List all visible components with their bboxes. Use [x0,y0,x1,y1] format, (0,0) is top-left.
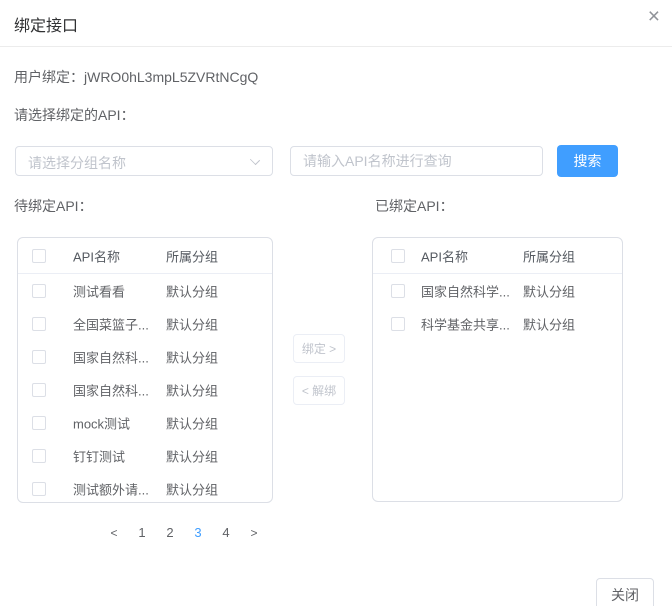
select-all-checkbox[interactable] [32,249,46,263]
api-group-cell: 默认分组 [166,314,218,333]
page-3-active[interactable]: 3 [187,522,209,544]
row-checkbox[interactable] [32,383,46,397]
bind-interface-dialog: 绑定接口 × 用户绑定：jWRO0hL3mpL5ZVRtNCgQ 请选择绑定的A… [0,0,672,606]
user-binding-label: 用户绑定： [14,69,84,85]
row-checkbox[interactable] [32,416,46,430]
next-page-icon[interactable]: > [243,522,265,544]
row-checkbox[interactable] [391,284,405,298]
chevron-down-icon [251,156,259,164]
pagination: < 1 2 3 4 > [100,522,268,544]
api-group-cell: 默认分组 [166,347,218,366]
dialog-header: 绑定接口 × [0,0,672,47]
prev-page-icon[interactable]: < [103,522,125,544]
row-checkbox[interactable] [32,317,46,331]
api-group-cell: 默认分组 [523,314,575,333]
group-select-placeholder: 请选择分组名称 [28,153,126,173]
row-checkbox[interactable] [32,284,46,298]
table-row: 国家自然科... 默认分组 [18,340,272,373]
api-name-cell: mock测试 [73,413,130,432]
api-name-cell: 测试额外请... [73,479,149,498]
api-group-cell: 默认分组 [166,413,218,432]
group-select[interactable]: 请选择分组名称 [15,146,273,176]
table-row: 钉钉测试 默认分组 [18,439,272,472]
dialog-title: 绑定接口 [14,12,78,36]
api-group-cell: 默认分组 [166,380,218,399]
column-header-group: 所属分组 [166,246,218,265]
table-header: API名称 所属分组 [373,238,622,274]
bound-api-table: API名称 所属分组 国家自然科学... 默认分组 科学基金共享... 默认分组 [372,237,623,502]
api-group-cell: 默认分组 [166,446,218,465]
api-name-cell: 国家自然科... [73,347,149,366]
row-checkbox[interactable] [32,449,46,463]
user-binding-value: jWRO0hL3mpL5ZVRtNCgQ [84,69,258,85]
pending-api-label: 待绑定API： [14,196,93,216]
bind-button[interactable]: 绑定 > [293,334,345,363]
api-group-cell: 默认分组 [523,281,575,300]
close-icon[interactable]: × [648,6,660,27]
table-row: 测试额外请... 默认分组 [18,472,272,503]
page-4[interactable]: 4 [215,522,237,544]
bound-api-label: 已绑定API： [375,196,454,216]
api-name-cell: 钉钉测试 [73,446,125,465]
search-button[interactable]: 搜索 [557,145,618,177]
api-name-cell: 国家自然科... [73,380,149,399]
page-1[interactable]: 1 [131,522,153,544]
unbind-button[interactable]: < 解绑 [293,376,345,405]
page-2[interactable]: 2 [159,522,181,544]
api-name-cell: 测试看看 [73,281,125,300]
table-row: 国家自然科学... 默认分组 [373,274,622,307]
column-header-name: API名称 [73,246,120,265]
table-row: 测试看看 默认分组 [18,274,272,307]
api-group-cell: 默认分组 [166,281,218,300]
api-search-input[interactable] [290,146,543,176]
api-name-cell: 科学基金共享... [421,314,510,333]
api-name-cell: 全国菜篮子... [73,314,149,333]
table-header: API名称 所属分组 [18,238,272,274]
user-binding-line: 用户绑定：jWRO0hL3mpL5ZVRtNCgQ [14,67,258,87]
table-row: 国家自然科... 默认分组 [18,373,272,406]
select-api-label: 请选择绑定的API： [14,105,135,125]
column-header-group: 所属分组 [523,246,575,265]
table-row: 科学基金共享... 默认分组 [373,307,622,340]
row-checkbox[interactable] [391,317,405,331]
api-name-cell: 国家自然科学... [421,281,510,300]
row-checkbox[interactable] [32,482,46,496]
select-all-checkbox[interactable] [391,249,405,263]
table-row: 全国菜篮子... 默认分组 [18,307,272,340]
close-footer-button[interactable]: 关闭 [596,578,654,606]
api-group-cell: 默认分组 [166,479,218,498]
column-header-name: API名称 [421,246,468,265]
table-row: mock测试 默认分组 [18,406,272,439]
pending-api-table: API名称 所属分组 测试看看 默认分组 全国菜篮子... 默认分组 国家自然科… [17,237,273,503]
row-checkbox[interactable] [32,350,46,364]
